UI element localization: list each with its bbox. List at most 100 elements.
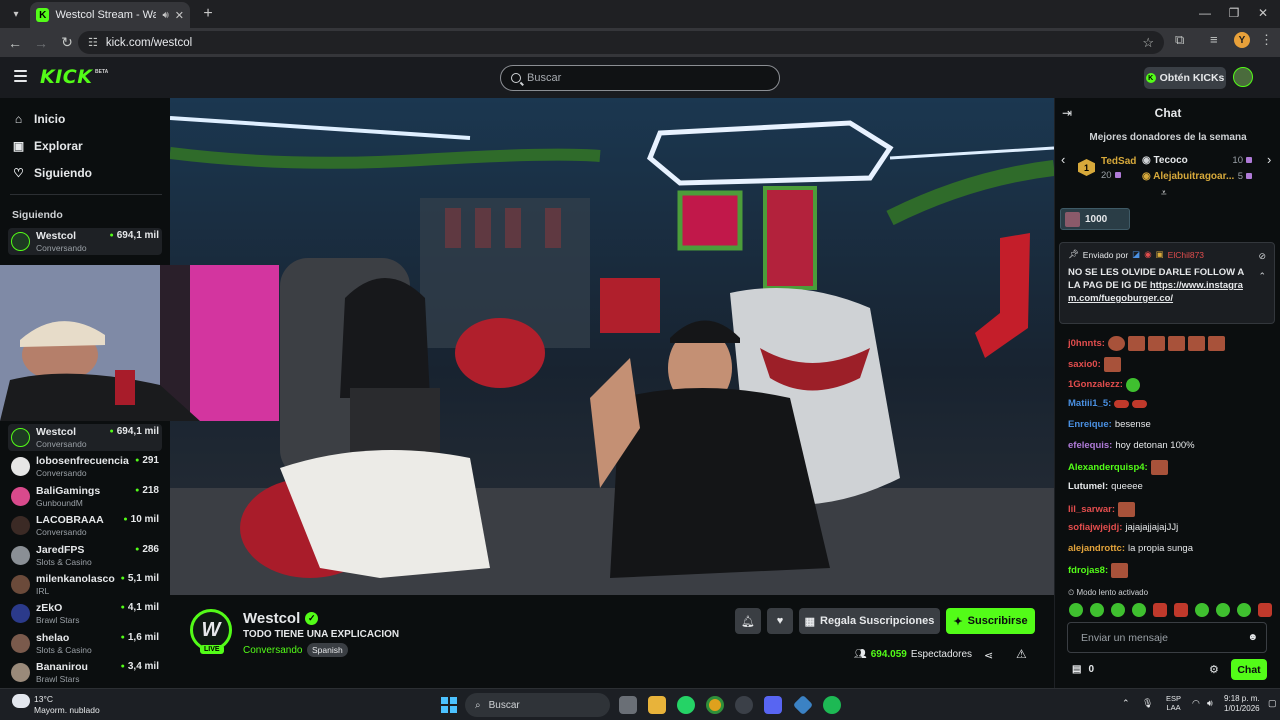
discord-icon[interactable] bbox=[764, 696, 782, 714]
emote-icon[interactable] bbox=[1090, 603, 1104, 617]
chat-username[interactable]: alejandrottc: bbox=[1068, 543, 1125, 555]
send-chat-button[interactable]: Chat bbox=[1231, 659, 1267, 680]
kick-goal-card[interactable]: 1000 bbox=[1060, 208, 1130, 230]
site-info-icon[interactable]: ☷ bbox=[88, 36, 98, 49]
bookmark-star-icon[interactable]: ☆ bbox=[1142, 35, 1154, 51]
chat-username[interactable]: j0hnnts: bbox=[1068, 338, 1105, 350]
chat-username[interactable]: fdrojas8: bbox=[1068, 565, 1108, 577]
input-language[interactable]: ESP LAA bbox=[1166, 694, 1181, 712]
window-close-icon[interactable]: ✕ bbox=[1248, 4, 1278, 22]
chat-username[interactable]: Enreique: bbox=[1068, 419, 1112, 431]
subscribe-button[interactable]: ✦ Suscribirse bbox=[946, 608, 1035, 634]
whatsapp-icon[interactable] bbox=[677, 696, 695, 714]
tab-search-button[interactable]: ▾ bbox=[6, 4, 26, 24]
emote-icon[interactable] bbox=[1111, 603, 1125, 617]
browser-tab[interactable]: K Westcol Stream - Watch Live 🔊︎ ✕ bbox=[30, 2, 190, 28]
microphone-icon[interactable]: 🎙︎ bbox=[1142, 698, 1153, 709]
nav-explore[interactable]: ▣ Explorar bbox=[12, 139, 83, 153]
chevron-right-icon[interactable]: › bbox=[1267, 152, 1271, 167]
chat-username[interactable]: saxio0: bbox=[1068, 359, 1101, 371]
channel-points[interactable]: ▤ 0 bbox=[1072, 664, 1094, 675]
app-icon[interactable] bbox=[735, 696, 753, 714]
tray-chevron-up-icon[interactable]: ⌃ bbox=[1122, 698, 1130, 709]
chrome-icon[interactable] bbox=[706, 696, 724, 714]
cloud-icon[interactable] bbox=[12, 694, 30, 708]
sidebar-channel-westcol[interactable]: Westcol Conversando 694,1 mil bbox=[8, 228, 162, 255]
new-tab-button[interactable]: + bbox=[196, 2, 220, 26]
search-input[interactable]: Buscar bbox=[500, 65, 780, 91]
emote-icon[interactable] bbox=[1258, 603, 1272, 617]
emote-icon[interactable] bbox=[1216, 603, 1230, 617]
emote-icon[interactable] bbox=[1174, 603, 1188, 617]
chat-username[interactable]: Matiii1_5: bbox=[1068, 398, 1111, 410]
sidebar-channel[interactable]: zEkO Brawl Stars 4,1 mil bbox=[8, 600, 162, 627]
chat-settings-gear-icon[interactable]: ⚙ bbox=[1209, 663, 1219, 676]
windows-start-icon[interactable] bbox=[441, 697, 457, 713]
spotify-icon[interactable] bbox=[823, 696, 841, 714]
unpin-icon[interactable]: ⊘ bbox=[1258, 251, 1266, 262]
emote-icon[interactable] bbox=[1237, 603, 1251, 617]
browser-menu-icon[interactable]: ⋮ bbox=[1260, 32, 1273, 48]
donor-name[interactable]: ◉ Alejabuitragoar... bbox=[1142, 171, 1234, 182]
back-arrow-icon[interactable]: ← bbox=[2, 31, 28, 55]
chat-username[interactable]: lil_sarwar: bbox=[1068, 504, 1115, 516]
nav-home[interactable]: ⌂ Inicio bbox=[12, 112, 65, 126]
extensions-icon[interactable]: ⧉ bbox=[1175, 32, 1184, 48]
donor-name[interactable]: TedSad bbox=[1101, 156, 1136, 167]
chat-username[interactable]: efelequis: bbox=[1068, 440, 1112, 452]
volume-icon[interactable]: 🔊︎ bbox=[1207, 698, 1213, 709]
emote-icon[interactable] bbox=[1195, 603, 1209, 617]
get-kicks-button[interactable]: K Obtén KICKs bbox=[1144, 67, 1226, 89]
taskbar-search[interactable]: ⌕ Buscar bbox=[465, 693, 610, 717]
weather-description[interactable]: Mayorm. nublado bbox=[34, 705, 100, 715]
sidebar-channel[interactable]: LACOBRAAA Conversando 10 mil bbox=[8, 512, 162, 539]
close-tab-icon[interactable]: ✕ bbox=[175, 9, 184, 22]
notification-bell-icon[interactable]: ▢ bbox=[1268, 698, 1277, 709]
channel-name[interactable]: Westcol bbox=[243, 610, 300, 627]
chat-username[interactable]: 1Gonzalezz: bbox=[1068, 379, 1123, 391]
kick-logo[interactable]: KICK bbox=[40, 66, 92, 88]
forward-arrow-icon[interactable]: → bbox=[28, 31, 54, 55]
url-field[interactable]: ☷ kick.com/westcol ☆ bbox=[78, 31, 1164, 54]
menu-hamburger-icon[interactable] bbox=[14, 70, 27, 82]
sidebar-channel[interactable]: Westcol Conversando 694,1 mil bbox=[8, 424, 162, 451]
notifications-bell-button[interactable]: 🔔︎ bbox=[735, 608, 761, 634]
media-controls-icon[interactable]: ≡ bbox=[1210, 32, 1218, 47]
pinned-user[interactable]: ElChil873 bbox=[1168, 250, 1204, 260]
chevron-up-icon[interactable]: ⌃ bbox=[1258, 271, 1266, 282]
follow-heart-button[interactable]: ♥ bbox=[767, 608, 793, 634]
task-view-icon[interactable] bbox=[619, 696, 637, 714]
donor-name[interactable]: ◉ Tecoco bbox=[1142, 155, 1188, 166]
file-explorer-icon[interactable] bbox=[648, 696, 666, 714]
nav-following[interactable]: ♡ Siguiendo bbox=[12, 166, 92, 180]
chat-username[interactable]: sofiajwjejdj: bbox=[1068, 522, 1122, 534]
stream-category-link[interactable]: Conversando bbox=[243, 645, 302, 656]
sidebar-channel[interactable]: shelao Slots & Casino 1,6 mil bbox=[8, 630, 162, 657]
emote-icon[interactable] bbox=[1069, 603, 1083, 617]
report-warning-icon[interactable]: ⚠ bbox=[1016, 647, 1027, 661]
profile-avatar[interactable]: Y bbox=[1234, 32, 1250, 48]
share-icon[interactable]: ⋖ bbox=[984, 649, 993, 662]
chat-username[interactable]: Lutumel: bbox=[1068, 481, 1108, 493]
user-avatar[interactable] bbox=[1233, 67, 1253, 87]
sidebar-channel[interactable]: JaredFPS Slots & Casino 286 bbox=[8, 542, 162, 569]
reload-icon[interactable]: ↻ bbox=[54, 31, 80, 55]
chevron-down-icon[interactable]: ⩡ bbox=[1161, 188, 1167, 199]
chat-message-input[interactable]: Enviar un mensaje ☻ bbox=[1067, 622, 1267, 653]
clock[interactable]: 9:18 p. m. 1/01/2026 bbox=[1224, 694, 1260, 714]
minimize-icon[interactable]: — bbox=[1190, 4, 1220, 22]
app-icon[interactable] bbox=[792, 694, 814, 716]
chevron-left-icon[interactable]: ‹ bbox=[1061, 152, 1065, 167]
sidebar-channel[interactable]: Bananirou Brawl Stars 3,4 mil bbox=[8, 659, 162, 686]
sidebar-channel[interactable]: BaliGamings GunboundM 218 bbox=[8, 483, 162, 510]
weather-temperature[interactable]: 13°C bbox=[34, 694, 53, 704]
emoji-picker-icon[interactable]: ☻ bbox=[1247, 632, 1258, 643]
language-tag[interactable]: Spanish bbox=[307, 643, 348, 657]
restore-icon[interactable]: ❐ bbox=[1219, 4, 1249, 22]
chat-username[interactable]: Alexanderquisp4: bbox=[1068, 462, 1148, 474]
emote-icon[interactable] bbox=[1132, 603, 1146, 617]
gift-subs-button[interactable]: ▦ Regala Suscripciones bbox=[799, 608, 940, 634]
speaker-icon[interactable]: 🔊︎ bbox=[162, 10, 168, 21]
wifi-icon[interactable]: ◠ bbox=[1192, 698, 1200, 709]
emote-icon[interactable] bbox=[1153, 603, 1167, 617]
